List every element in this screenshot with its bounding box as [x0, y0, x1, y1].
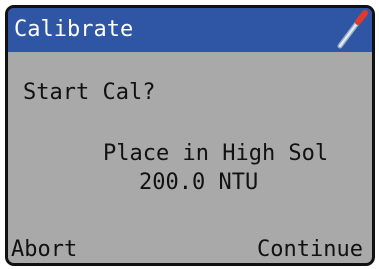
window-title: Calibrate [14, 17, 134, 42]
prompt-text: Start Cal? [23, 80, 156, 105]
continue-button[interactable]: Continue [257, 238, 363, 262]
standard-value: 200.0 NTU [139, 170, 259, 195]
lcd-screen: Calibrate Start Cal? Place in High Sol 2… [5, 5, 375, 266]
abort-button[interactable]: Abort [11, 238, 77, 262]
probe-icon [337, 10, 368, 49]
device-display: Calibrate Start Cal? Place in High Sol 2… [0, 0, 379, 269]
title-bar: Calibrate [8, 8, 372, 52]
instruction-text: Place in High Sol [103, 141, 329, 166]
